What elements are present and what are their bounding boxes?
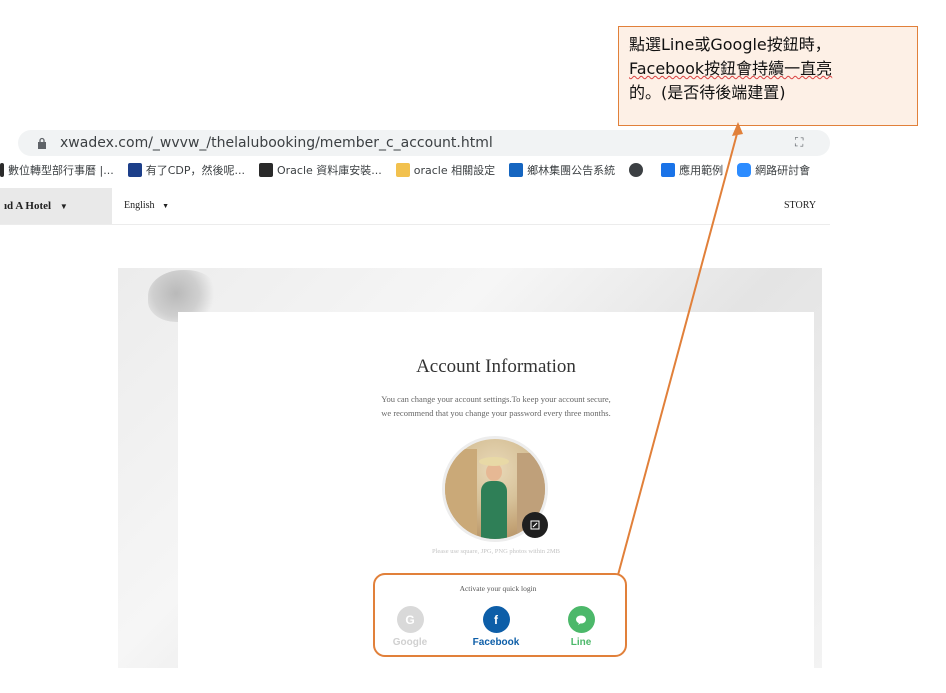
set-logo-icon	[127, 163, 142, 177]
annotation-line: 的。(是否待後端建置)	[629, 83, 786, 102]
nav-story-link[interactable]: STORY	[784, 188, 816, 224]
url-text[interactable]: xwadex.com/_wvvw_/thelalubooking/member_…	[60, 135, 493, 151]
folder-icon	[395, 163, 410, 177]
subtitle-line: we recommend that you change your passwo…	[381, 408, 611, 418]
page-title: Account Information	[416, 356, 576, 377]
annotation-line: Facebook按鈕會持續一直亮	[629, 59, 833, 78]
bookmark-label: 鄉林集團公告系統	[527, 164, 616, 177]
caret-down-icon: ▼	[162, 202, 169, 210]
bookmark-label: 應用範例	[679, 164, 724, 177]
bookmark-item[interactable]: 網路研討會	[737, 162, 810, 178]
edit-icon	[530, 520, 540, 530]
page-subtitle: You can change your account settings.To …	[178, 392, 814, 420]
bookmark-item[interactable]: 有了CDP，然後呢...	[127, 162, 245, 178]
translate-icon[interactable]: ⛶	[795, 135, 811, 151]
oracle-logo-icon	[258, 163, 273, 177]
hotel-menu[interactable]: ıd A Hotel ▼	[0, 188, 112, 224]
globe-icon	[629, 163, 644, 177]
bookmark-item[interactable]: 鄉林集團公告系統	[509, 162, 615, 178]
bookmark-label: 網路研討會	[755, 164, 811, 177]
language-label: English	[124, 200, 155, 211]
subtitle-line: You can change your account settings.To …	[381, 394, 611, 404]
zoom-icon	[737, 163, 752, 177]
bookmarks-bar: 數位轉型部行事曆 |... 有了CDP，然後呢... Oracle 資料庫安裝.…	[0, 158, 830, 182]
bookmark-item[interactable]: 應用範例	[661, 162, 723, 178]
language-menu[interactable]: English ▼	[124, 188, 169, 224]
v-logo-icon	[661, 163, 676, 177]
caret-down-icon: ▼	[59, 202, 68, 211]
bookmark-item[interactable]: oracle 相關設定	[395, 162, 496, 178]
bookmark-label: 有了CDP，然後呢...	[145, 164, 245, 177]
bookmark-item[interactable]: 數位轉型部行事曆 |...	[0, 162, 114, 178]
bookmark-label: oracle 相關設定	[413, 164, 496, 177]
annotation-callout: 點選Line或Google按鈕時， Facebook按鈕會持續一直亮 的。(是否…	[618, 26, 918, 126]
edit-photo-button[interactable]	[522, 512, 548, 538]
bookmark-label: Oracle 資料庫安裝...	[276, 164, 382, 177]
hotel-menu-label: ıd A Hotel	[4, 200, 52, 212]
bookmark-icon	[0, 163, 4, 177]
lock-icon	[38, 137, 46, 149]
site-nav: ıd A Hotel ▼ English ▼ STORY	[0, 188, 830, 225]
bookmark-label: 數位轉型部行事曆 |...	[8, 164, 114, 177]
flag-icon	[509, 163, 524, 177]
annotation-line: 點選Line或Google按鈕時，	[629, 35, 831, 54]
photo-hint: Please use square, JPG, PNG photos withi…	[431, 548, 560, 555]
bookmark-item[interactable]: Oracle 資料庫安裝...	[258, 162, 382, 178]
bookmark-item[interactable]	[629, 163, 647, 177]
annotation-highlight-box	[373, 573, 627, 657]
